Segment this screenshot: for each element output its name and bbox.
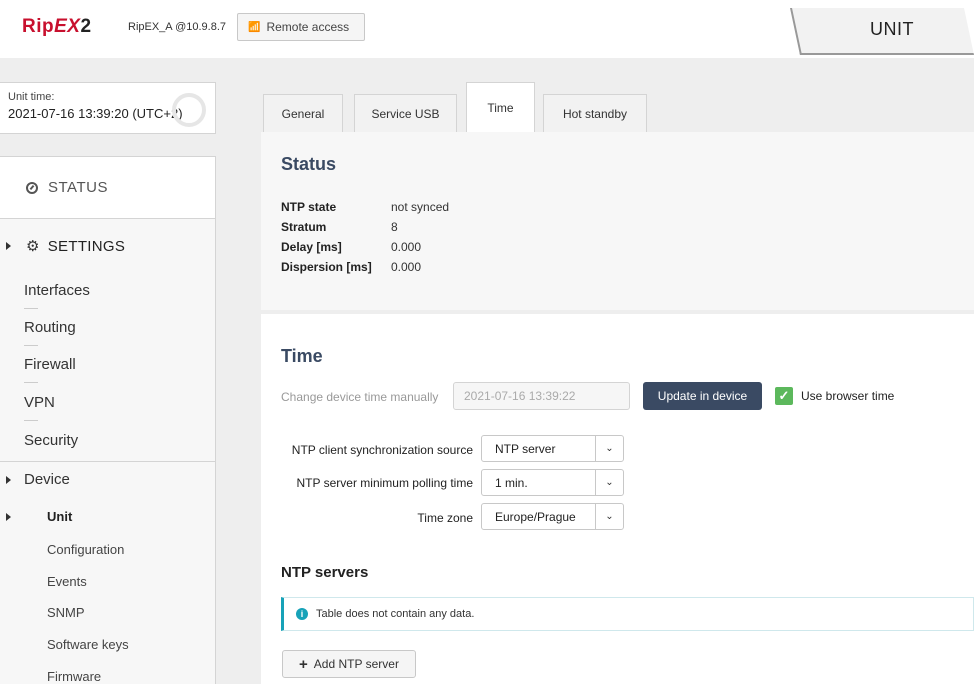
top-bar: RipEX2 RipEX_A @10.9.8.7 📶 Remote access… [0, 0, 974, 58]
status-value: 8 [391, 220, 398, 234]
use-browser-time-checkbox[interactable]: ✓ [775, 387, 793, 405]
status-panel: Status NTP state not synced Stratum 8 Dela… [261, 132, 974, 310]
gauge-icon [26, 181, 38, 194]
status-key: Dispersion [ms] [281, 260, 372, 274]
sidebar-item-firewall[interactable]: Firewall [24, 356, 76, 373]
time-heading: Time [281, 346, 323, 366]
divider [24, 345, 38, 346]
sidebar-item-device[interactable]: Device [24, 471, 70, 488]
divider [24, 308, 38, 309]
status-key: Stratum [281, 220, 327, 234]
unit-name-address: RipEX_A @10.9.8.7 [128, 21, 227, 33]
sidebar-item-label: SETTINGS [47, 237, 126, 255]
status-row-ntp-state: NTP state not synced [281, 200, 449, 214]
ntp-source-label: NTP client synchronization source [291, 443, 473, 457]
sidebar-item-settings[interactable]: ⚙ SETTINGS [0, 231, 215, 261]
chevron-down-icon: ⌄ [595, 504, 623, 529]
clock-icon [172, 93, 206, 127]
divider [24, 420, 38, 421]
sidebar-subitem-firmware[interactable]: Firmware [47, 669, 101, 684]
remote-access-icon: 📶 [248, 21, 261, 33]
sidebar-subitem-snmp[interactable]: SNMP [47, 605, 85, 620]
info-icon: i [296, 608, 308, 620]
ripex-logo: RipEX2 [22, 16, 92, 37]
status-value: not synced [391, 200, 450, 214]
expand-arrow-icon [6, 476, 11, 484]
status-value: 0.000 [391, 260, 422, 274]
divider [24, 382, 38, 383]
empty-table-alert: i Table does not contain any data. [281, 597, 974, 631]
add-ntp-server-button[interactable]: + Add NTP server [282, 650, 416, 678]
status-heading: Status [281, 154, 337, 174]
manual-time-label: Change device time manually [281, 390, 439, 404]
sidebar-item-label: STATUS [48, 179, 108, 196]
status-row-stratum: Stratum 8 [281, 220, 398, 234]
select-value: NTP server [495, 442, 556, 456]
sidebar-item-routing[interactable]: Routing [24, 319, 76, 336]
sidebar-subitem-software-keys[interactable]: Software keys [47, 637, 129, 652]
empty-table-message: Table does not contain any data. [316, 608, 475, 620]
sidebar-subitem-configuration[interactable]: Configuration [47, 542, 124, 557]
active-arrow-icon [6, 513, 11, 521]
chevron-down-icon: ⌄ [595, 470, 623, 495]
tab-time[interactable]: Time [466, 82, 535, 132]
timezone-select[interactable]: Europe/Prague ⌄ [481, 503, 624, 530]
ntp-servers-heading: NTP servers [281, 564, 369, 581]
status-row-delay: Delay [ms] 0.000 [281, 240, 421, 254]
status-key: Delay [ms] [281, 240, 342, 254]
update-in-device-button[interactable]: Update in device [643, 382, 762, 410]
unit-time-box: Unit time: 2021-07-16 13:39:20 (UTC+2) [0, 82, 216, 134]
add-ntp-server-label: Add NTP server [313, 657, 399, 671]
gears-icon: ⚙ [26, 238, 40, 255]
chevron-down-icon: ⌄ [595, 436, 623, 461]
select-value: 1 min. [495, 476, 528, 490]
sidebar-item-status[interactable]: STATUS [0, 157, 215, 219]
use-browser-time-label: Use browser time [801, 389, 895, 403]
polling-time-select[interactable]: 1 min. ⌄ [481, 469, 624, 496]
sidebar-item-interfaces[interactable]: Interfaces [24, 282, 90, 299]
tab-general[interactable]: General [263, 94, 343, 132]
tab-service-usb[interactable]: Service USB [354, 94, 457, 132]
status-value: 0.000 [391, 240, 422, 254]
sidebar-item-security[interactable]: Security [24, 432, 78, 449]
sidebar-item-vpn[interactable]: VPN [24, 394, 55, 411]
tab-hot-standby[interactable]: Hot standby [543, 94, 647, 132]
remote-access-label: Remote access [266, 20, 350, 34]
timezone-label: Time zone [417, 511, 473, 525]
status-row-dispersion: Dispersion [ms] 0.000 [281, 260, 421, 274]
remote-access-button[interactable]: 📶 Remote access [237, 13, 365, 41]
plus-icon: + [299, 655, 308, 673]
unit-tab-label[interactable]: UNIT [830, 19, 954, 40]
select-value: Europe/Prague [495, 510, 576, 524]
time-panel: Time Change device time manually Update … [261, 314, 974, 684]
sidebar-subitem-events[interactable]: Events [47, 574, 87, 589]
polling-time-label: NTP server minimum polling time [296, 476, 474, 490]
sidebar: STATUS ⚙ SETTINGS Interfaces Routing Fir… [0, 156, 216, 684]
status-key: NTP state [281, 200, 337, 214]
device-section: Device Unit Configuration Events SNMP So… [0, 461, 215, 684]
ntp-source-select[interactable]: NTP server ⌄ [481, 435, 624, 462]
manual-time-input[interactable] [453, 382, 630, 410]
sidebar-subitem-unit[interactable]: Unit [47, 509, 72, 524]
